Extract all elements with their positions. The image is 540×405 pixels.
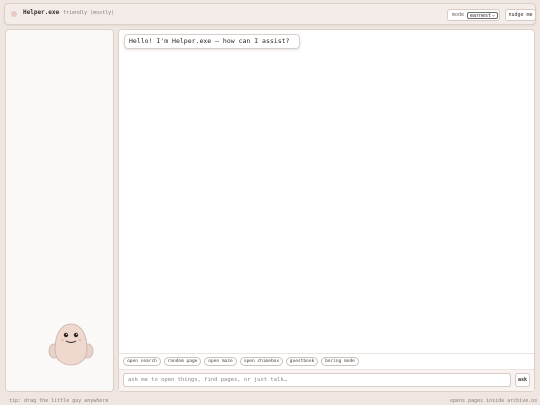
quick-action-open-chimebox[interactable]: open chimebox <box>240 357 283 366</box>
creature-left-eye <box>63 332 69 338</box>
chat-input[interactable]: ask me to open things, find pages, or ju… <box>123 373 511 387</box>
mode-label: mode <box>452 12 465 18</box>
quick-action-boring-mode[interactable]: boring mode <box>321 357 359 366</box>
footer-note: opens pages inside archive.os <box>450 398 538 404</box>
chat-panel: Hello! I'm Helper.exe — how can I assist… <box>118 29 535 392</box>
quick-action-open-maze[interactable]: open maze <box>204 357 237 366</box>
helper-app: Helper.exe — friendly (mostly) mode earn… <box>0 0 540 405</box>
quick-actions: open search random page open maze open c… <box>119 353 534 369</box>
app-title: Helper.exe <box>23 9 60 16</box>
footer-tip: tip: drag the little guy anywhere <box>9 398 109 404</box>
creature-body <box>54 323 88 366</box>
header-bar: Helper.exe — friendly (mostly) mode earn… <box>4 3 536 25</box>
quick-action-random-page[interactable]: random page <box>164 357 201 366</box>
mode-control: mode earnest ⌄ <box>447 9 500 21</box>
quick-action-guestbook[interactable]: guestbook <box>286 357 318 366</box>
nudge-button[interactable]: nudge me <box>505 9 536 21</box>
app-subtitle: — friendly (mostly) <box>57 10 115 16</box>
creature-right-eye <box>73 332 79 338</box>
quick-action-open-search[interactable]: open search <box>123 357 161 366</box>
input-bar: ask me to open things, find pages, or ju… <box>119 369 534 391</box>
mode-select[interactable]: earnest ⌄ <box>467 12 498 19</box>
app-dot-icon <box>11 11 17 17</box>
mode-select-value: earnest <box>470 13 492 19</box>
assistant-message: Hello! I'm Helper.exe — how can I assist… <box>124 34 300 49</box>
chevron-down-icon: ⌄ <box>491 12 495 18</box>
ask-button[interactable]: ask <box>515 373 530 387</box>
companion-panel <box>5 29 114 392</box>
helper-creature[interactable] <box>47 321 95 369</box>
